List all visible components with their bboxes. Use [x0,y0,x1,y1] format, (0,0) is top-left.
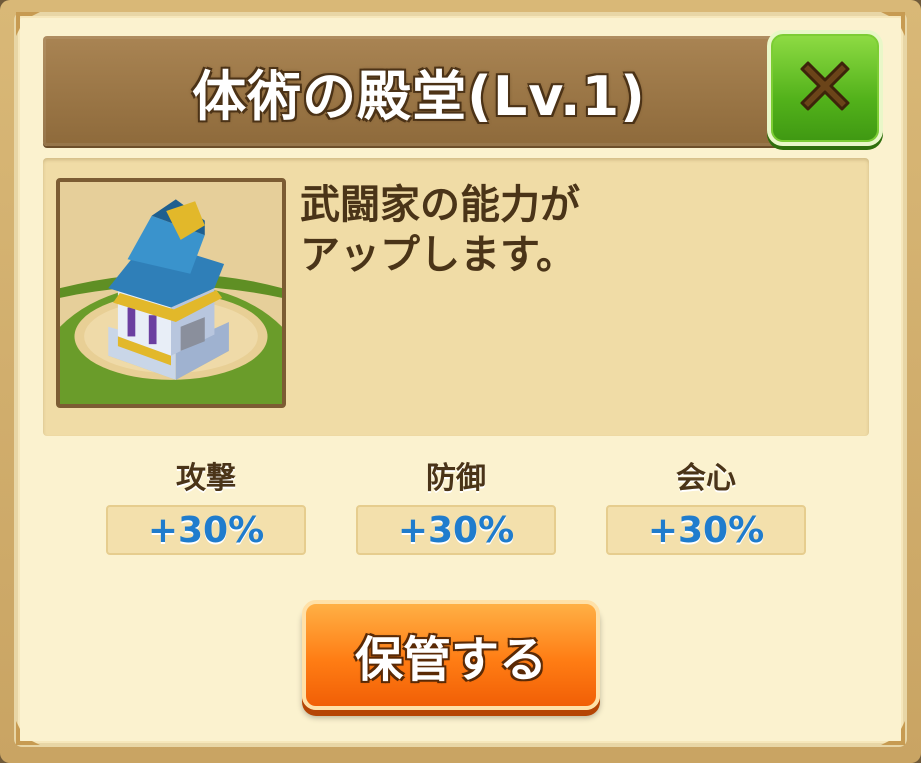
close-button[interactable] [767,30,883,146]
close-x-icon [790,51,860,125]
building-image [56,178,286,408]
corner-ornament-bottom-right [879,719,907,747]
corner-ornament-top-left [14,10,42,38]
stat-label-critical: 会心 [676,461,736,496]
corner-ornament-top-right [879,10,907,38]
store-button-label: 保管する [354,632,547,688]
dialog-title: 体術の殿堂(Lv.1) [192,64,646,128]
store-button[interactable]: 保管する [302,600,600,710]
stat-value-attack: +30% [106,505,306,555]
stat-value-defense: +30% [356,505,556,555]
stat-label-attack: 攻撃 [176,461,236,496]
description-text: 武闘家の能力が アップします。 [300,182,580,278]
stat-label-defense: 防御 [426,461,486,496]
title-bar: 体術の殿堂(Lv.1) [43,36,795,146]
dialog-frame: 体術の殿堂(Lv.1) 武闘家の能力が アップします。 攻撃 防御 会心 +30… [0,0,921,763]
corner-ornament-bottom-left [14,719,42,747]
stat-value-critical: +30% [606,505,806,555]
